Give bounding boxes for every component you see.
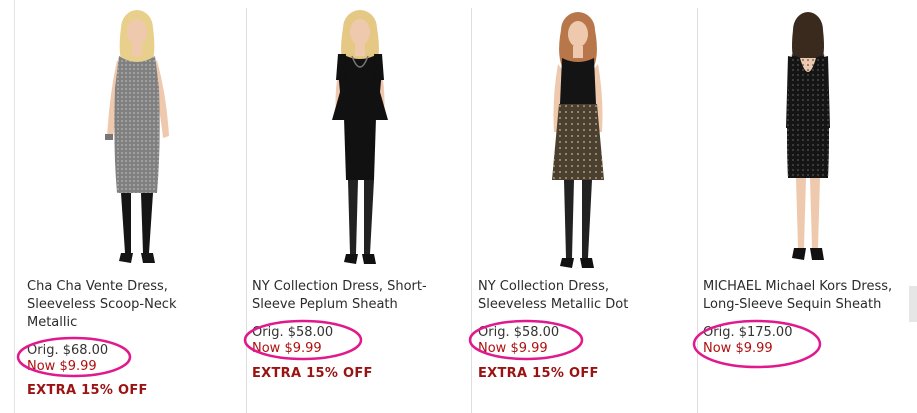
product-name-line[interactable]: Cha Cha Vente Dress, xyxy=(27,278,177,296)
column-divider xyxy=(697,8,698,413)
page-left-border xyxy=(14,0,15,413)
column-divider xyxy=(246,8,247,413)
original-price: Orig. $68.00 xyxy=(27,343,109,358)
product-image[interactable] xyxy=(27,8,242,273)
product-name-line[interactable]: Metallic xyxy=(27,314,177,332)
sale-price: Now $9.99 xyxy=(703,341,773,356)
sale-price: Now $9.99 xyxy=(27,359,97,374)
column-divider xyxy=(471,8,472,413)
original-price: Orig. $175.00 xyxy=(703,325,793,340)
promo-label: EXTRA 15% OFF xyxy=(27,383,148,398)
product-card[interactable]: NY Collection Dress, Sleeveless Metallic… xyxy=(478,0,693,413)
product-name-line[interactable]: Sleeveless Scoop-Neck xyxy=(27,296,177,314)
product-name-line[interactable]: NY Collection Dress, Short- xyxy=(252,278,427,296)
product-image[interactable] xyxy=(252,8,467,273)
sale-price: Now $9.99 xyxy=(252,341,322,356)
sale-price: Now $9.99 xyxy=(478,341,548,356)
product-card[interactable]: Cha Cha Vente Dress, Sleeveless Scoop-Ne… xyxy=(27,0,242,413)
product-name[interactable]: Cha Cha Vente Dress, Sleeveless Scoop-Ne… xyxy=(27,278,177,332)
original-price: Orig. $58.00 xyxy=(252,325,334,340)
product-image[interactable] xyxy=(478,8,693,273)
product-name-line[interactable]: Sleeveless Metallic Dot xyxy=(478,296,628,314)
product-name[interactable]: MICHAEL Michael Kors Dress, Long-Sleeve … xyxy=(703,278,892,314)
product-card[interactable]: NY Collection Dress, Short- Sleeve Peplu… xyxy=(252,0,467,413)
product-card[interactable]: MICHAEL Michael Kors Dress, Long-Sleeve … xyxy=(703,0,909,413)
scrollbar-fragment[interactable] xyxy=(909,286,917,322)
original-price: Orig. $58.00 xyxy=(478,325,560,340)
product-name-line[interactable]: Long-Sleeve Sequin Sheath xyxy=(703,296,892,314)
product-name[interactable]: NY Collection Dress, Short- Sleeve Peplu… xyxy=(252,278,427,314)
product-name-line[interactable]: NY Collection Dress, xyxy=(478,278,628,296)
promo-label: EXTRA 15% OFF xyxy=(478,366,599,381)
promo-label: EXTRA 15% OFF xyxy=(252,366,373,381)
product-name-line[interactable]: Sleeve Peplum Sheath xyxy=(252,296,427,314)
product-name[interactable]: NY Collection Dress, Sleeveless Metallic… xyxy=(478,278,628,314)
product-name-line[interactable]: MICHAEL Michael Kors Dress, xyxy=(703,278,892,296)
product-image[interactable] xyxy=(703,8,909,273)
